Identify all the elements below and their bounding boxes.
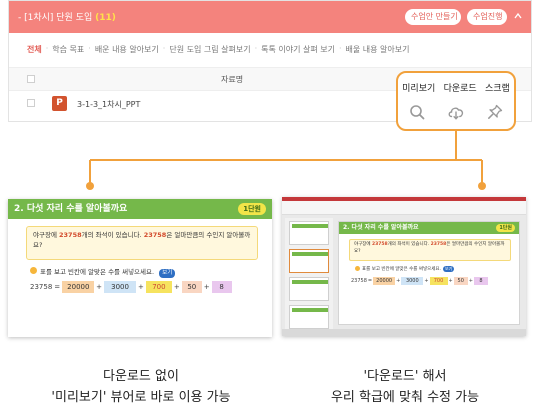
question-part: 야구장에 — [354, 242, 372, 247]
file-actions-highlight: 미리보기 다운로드 스크랩 — [396, 71, 516, 131]
question-number: 23758 — [430, 242, 447, 247]
slide-prompt: 표를 보고 빈칸에 알맞은 수를 써넣으세요. 보기 — [355, 266, 455, 272]
plus-sign: + — [424, 278, 429, 284]
caption-preview: 다운로드 없이 '미리보기' 뷰어로 바로 이용 가능 — [16, 366, 266, 408]
tab-separator: · — [254, 44, 258, 53]
eq-value: 3000 — [104, 281, 137, 293]
prompt-text: 표를 보고 빈칸에 알맞은 수를 써넣으세요. — [40, 268, 155, 276]
scrap-label: 스크랩 — [484, 84, 510, 94]
lesson-header: - [1차시] 단원 도입 (11) 수업안 만들기 수업진행 — [9, 1, 531, 33]
lesson-count: (11) — [95, 13, 116, 23]
example-pill: 보기 — [442, 266, 455, 272]
download-label: 다운로드 — [443, 84, 477, 94]
place-value-equation: 23758 = 20000 + 3000 + 700 + 50 + 8 — [30, 281, 232, 293]
slide-thumbnail[interactable] — [289, 249, 329, 273]
tab-separator: · — [338, 44, 342, 53]
tab-learning-goal[interactable]: 학습 목표 — [52, 44, 84, 55]
caption-line: 다운로드 없이 — [103, 369, 179, 384]
search-icon[interactable] — [408, 103, 426, 121]
category-tabs: 전체 · 학습 목표 · 배운 내용 알아보기 · 단원 도입 그림 살펴보기 … — [27, 44, 410, 55]
start-lesson-button[interactable]: 수업진행 — [467, 9, 507, 25]
powerpoint-icon: P — [52, 96, 67, 111]
question-part: 야구장에 — [33, 231, 59, 239]
eq-value: 700 — [429, 277, 448, 285]
slide-thumbnail[interactable] — [289, 221, 329, 245]
preview-label: 미리보기 — [402, 84, 436, 94]
slide-question: 야구장에 23758개의 좌석이 있습니다. 23758은 얼마만큼의 수인지 … — [26, 226, 258, 260]
caption-line: '다운로드' 해서 — [363, 369, 447, 384]
equals-sign: = — [367, 278, 373, 284]
make-lesson-plan-button[interactable]: 수업안 만들기 — [405, 9, 461, 25]
plus-sign: + — [173, 283, 180, 291]
plus-sign: + — [396, 278, 401, 284]
row-checkbox[interactable] — [27, 99, 35, 107]
prompt-text: 표를 보고 빈칸에 알맞은 수를 써넣으세요. — [362, 267, 441, 272]
ribbon-menu — [282, 201, 526, 215]
eq-value: 700 — [145, 281, 172, 293]
eq-value: 3000 — [401, 277, 424, 285]
slide-question: 야구장에 23758개의 좌석이 있습니다. 23758은 얼마만큼의 수인지 … — [349, 239, 511, 261]
question-number: 23758 — [59, 231, 82, 239]
plus-sign: + — [138, 283, 144, 291]
tab-separator: · — [162, 44, 166, 53]
eq-value: 20000 — [62, 281, 95, 293]
caption-line: 우리 학급에 맞춰 수정 가능 — [330, 390, 480, 405]
place-value-equation: 23758 = 20000 + 3000 + 700 + 50 + 8 — [351, 277, 488, 285]
eq-value: 8 — [211, 281, 232, 293]
chevron-up-icon[interactable] — [514, 12, 522, 20]
plus-sign: + — [203, 283, 210, 291]
question-number: 23758 — [143, 231, 167, 239]
eq-value: 8 — [473, 277, 488, 285]
plus-sign: + — [468, 278, 473, 284]
question-part: 개의 좌석이 있습니다. — [387, 242, 431, 247]
plus-sign: + — [96, 283, 103, 291]
eq-start: 23758 — [30, 283, 53, 291]
pin-icon[interactable] — [486, 103, 504, 121]
slide-canvas[interactable]: 2. 다섯 자리 수를 알아볼까요 1단원 야구장에 23758개의 좌석이 있… — [338, 221, 520, 325]
editor-screenshot: 2. 다섯 자리 수를 알아볼까요 1단원 야구장에 23758개의 좌석이 있… — [282, 197, 526, 336]
tab-intro-picture[interactable]: 단원 도입 그림 살펴보기 — [169, 44, 250, 55]
lesson-name: - [1차시] 단원 도입 — [18, 13, 93, 23]
example-pill: 보기 — [159, 269, 176, 278]
eq-start: 23758 — [351, 278, 367, 284]
slide-title: 2. 다섯 자리 수를 알아볼까요 — [8, 199, 272, 219]
bullet-dot — [355, 266, 360, 271]
tab-review[interactable]: 배운 내용 알아보기 — [95, 44, 159, 55]
slide-thumbnail[interactable] — [289, 277, 329, 301]
cloud-download-icon[interactable] — [447, 103, 465, 121]
eq-value: 50 — [181, 281, 202, 293]
plus-sign: + — [448, 278, 453, 284]
tab-story[interactable]: 톡톡 이야기 살펴 보기 — [261, 44, 335, 55]
caption-download: '다운로드' 해서 우리 학급에 맞춰 수정 가능 — [280, 366, 530, 408]
question-part: 개의 좌석이 있습니다. — [81, 231, 144, 239]
tab-separator: · — [45, 44, 49, 53]
status-bar — [282, 329, 526, 336]
eq-value: 20000 — [373, 277, 396, 285]
unit-badge: 1단원 — [238, 203, 266, 215]
select-all-checkbox[interactable] — [27, 75, 35, 83]
tab-all[interactable]: 전체 — [27, 44, 42, 55]
slide-prompt: 표를 보고 빈칸에 알맞은 수를 써넣으세요. 보기 — [40, 266, 176, 278]
tab-separator: · — [88, 44, 91, 53]
slide-thumbnails — [285, 218, 333, 333]
slide-title: 2. 다섯 자리 수를 알아볼까요 — [339, 222, 519, 234]
slide-thumbnail[interactable] — [289, 305, 329, 329]
tab-upcoming[interactable]: 배울 내용 알아보기 — [346, 44, 410, 55]
column-header-name: 자료명 — [221, 75, 244, 84]
lesson-title: - [1차시] 단원 도입 (11) — [18, 10, 116, 23]
eq-value: 50 — [453, 277, 468, 285]
unit-badge: 1단원 — [496, 224, 515, 232]
caption-line: '미리보기' 뷰어로 바로 이용 가능 — [51, 390, 231, 405]
preview-slide: 2. 다섯 자리 수를 알아볼까요 1단원 야구장에 23758개의 좌석이 있… — [8, 199, 272, 337]
question-number: 23758 — [372, 242, 388, 247]
file-name[interactable]: 3-1-3_1차시_PPT — [77, 99, 140, 110]
bullet-dot — [30, 267, 37, 274]
equals-sign: = — [54, 283, 61, 291]
